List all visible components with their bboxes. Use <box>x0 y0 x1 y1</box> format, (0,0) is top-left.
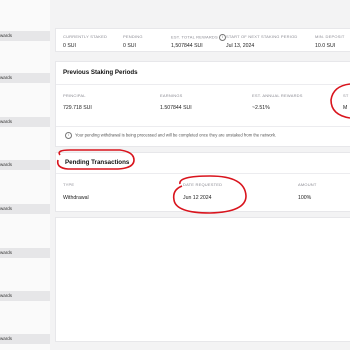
sidebar-item[interactable]: rewards <box>0 160 50 170</box>
notice-text: Your pending withdrawal is being process… <box>75 132 277 138</box>
sidebar-item-label: rewards <box>0 162 13 167</box>
sidebar-item[interactable]: rewards <box>0 248 50 258</box>
column-header: ST <box>343 93 349 98</box>
column-header: PRINCIPAL <box>63 93 86 98</box>
pending-withdrawal-notice: i Your pending withdrawal is being proces… <box>65 132 276 139</box>
divider <box>56 84 350 85</box>
main-content: CURRENTLY STAKED 0 SUI PENDING 0 SUI EST… <box>55 0 350 350</box>
sidebar-item[interactable]: rewards <box>0 204 50 214</box>
summary-label-text: EST. TOTAL REWARDS <box>171 34 218 40</box>
column-header: TYPE <box>63 182 75 187</box>
sidebar-item-label: rewards <box>0 119 13 124</box>
empty-panel <box>55 217 350 342</box>
column-header: AMOUNT <box>298 182 317 187</box>
staking-summary: CURRENTLY STAKED 0 SUI PENDING 0 SUI EST… <box>55 28 350 52</box>
pending-transactions-card: Pending Transactions TYPE DATE REQUESTED… <box>55 152 350 212</box>
summary-value: Jul 13, 2024 <box>226 43 255 49</box>
summary-value: 10.0 SUI <box>315 43 336 49</box>
table-cell: 1.507844 SUI <box>160 105 192 111</box>
section-title: Pending Transactions <box>65 159 130 166</box>
table-cell: ~2.51% <box>252 105 270 111</box>
summary-label: EST. TOTAL REWARDS i <box>171 34 227 41</box>
table-cell: 729.718 SUI <box>63 105 92 111</box>
sidebar-item[interactable]: rewards <box>0 291 50 301</box>
sidebar-item[interactable]: rewards <box>0 117 50 127</box>
sidebar-item-label: rewards <box>0 33 13 38</box>
summary-value: 1,507844 SUI <box>171 43 203 49</box>
info-icon: i <box>65 132 72 139</box>
section-title: Previous Staking Periods <box>63 69 138 76</box>
sidebar-item-label: rewards <box>0 250 13 255</box>
summary-label: MIN. DEPOSIT <box>315 34 345 39</box>
divider <box>56 126 350 127</box>
sidebar-item-label: rewards <box>0 336 13 341</box>
summary-label: START OF NEXT STAKING PERIOD <box>226 34 298 39</box>
previous-staking-card: Previous Staking Periods PRINCIPAL EARNI… <box>55 61 350 147</box>
sidebar-item-label: rewards <box>0 75 13 80</box>
sidebar-item[interactable]: rewards <box>0 73 50 83</box>
column-header: DATE REQUESTED <box>183 182 223 187</box>
sidebar-item-label: rewards <box>0 293 13 298</box>
table-cell: Jun 12 2024 <box>183 195 212 201</box>
table-cell: Withdrawal <box>63 195 89 201</box>
divider <box>56 173 350 174</box>
column-header: EST. ANNUAL REWARDS <box>252 93 303 98</box>
sidebar-item-label: rewards <box>0 206 13 211</box>
sidebar-item[interactable]: rewards <box>0 31 50 41</box>
summary-label: PENDING <box>123 34 143 39</box>
summary-value: 0 SUI <box>63 43 76 49</box>
sidebar: rewards rewards rewards rewards rewards … <box>0 0 50 350</box>
table-cell: 100% <box>298 195 312 201</box>
summary-value: 0 SUI <box>123 43 136 49</box>
sidebar-item[interactable]: rewards <box>0 334 50 344</box>
table-cell: M <box>343 105 348 111</box>
column-header: EARNINGS <box>160 93 183 98</box>
summary-label: CURRENTLY STAKED <box>63 34 108 39</box>
